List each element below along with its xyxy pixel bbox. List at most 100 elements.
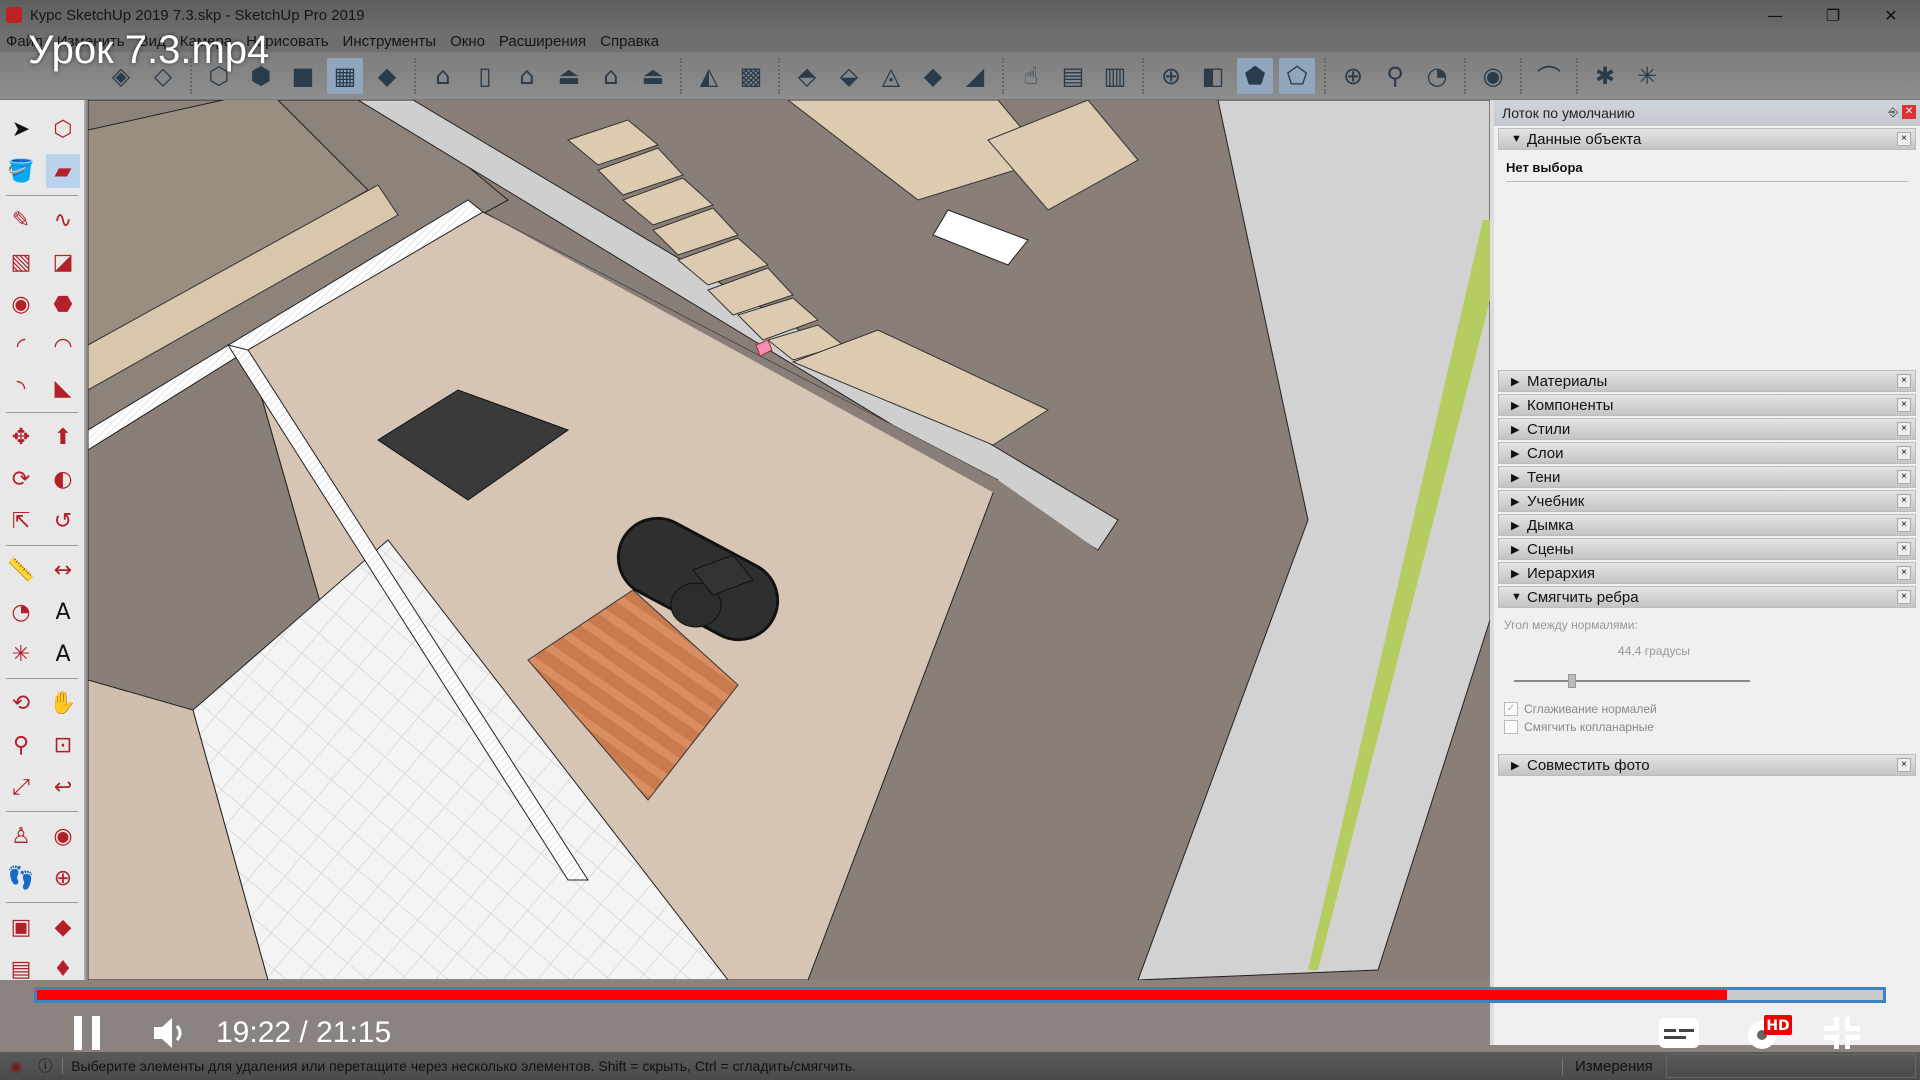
location-button[interactable]: ◔ xyxy=(1419,58,1455,94)
angle-slider-thumb[interactable] xyxy=(1568,674,1577,688)
panel-close-icon[interactable]: × xyxy=(1897,590,1911,604)
exit-fullscreen-button[interactable] xyxy=(1822,1015,1862,1051)
stamp-button[interactable]: ⬙ xyxy=(831,58,867,94)
paint-bucket-tool[interactable]: 🪣 xyxy=(4,154,38,188)
panel-entity-info[interactable]: ▼ Данные объекта × xyxy=(1498,128,1916,150)
menu-tools[interactable]: Инструменты xyxy=(343,33,437,50)
3pt-arc-tool[interactable]: ◝ xyxy=(4,371,38,405)
panel-5[interactable]: ▶ Учебник × xyxy=(1498,490,1916,512)
iso-view-button[interactable]: ⌂ xyxy=(425,58,461,94)
arc-tool[interactable]: ◜ xyxy=(4,329,38,363)
position-camera-tool[interactable]: ♙ xyxy=(4,819,38,853)
settings-button[interactable]: HD xyxy=(1744,1013,1794,1053)
panel-close-icon[interactable]: × xyxy=(1897,566,1911,580)
position-camera-button[interactable]: ⊕ xyxy=(1153,58,1189,94)
3d-text-tool[interactable]: A xyxy=(46,637,80,671)
panel-close-icon[interactable]: × xyxy=(1897,374,1911,388)
offset-tool[interactable]: ↺ xyxy=(46,504,80,538)
menu-extensions[interactable]: Расширения xyxy=(499,33,586,50)
left-view-button[interactable]: ⏏ xyxy=(635,58,671,94)
panel-close-icon[interactable]: × xyxy=(1897,542,1911,556)
video-progress-bar[interactable] xyxy=(34,987,1886,1003)
protractor-tool[interactable]: ◔ xyxy=(4,595,38,629)
scale-tool[interactable]: ⇱ xyxy=(4,504,38,538)
freehand-tool[interactable]: ∿ xyxy=(46,203,80,237)
panel-3[interactable]: ▶ Слои × xyxy=(1498,442,1916,464)
rotate-tool[interactable]: ⟳ xyxy=(4,462,38,496)
polygon-tool[interactable]: ⬣ xyxy=(46,287,80,321)
menu-help[interactable]: Справка xyxy=(600,33,659,50)
line-tool[interactable]: ✎ xyxy=(4,203,38,237)
back-view-button[interactable]: ⌂ xyxy=(593,58,629,94)
axes-tool[interactable]: ✳ xyxy=(4,637,38,671)
panel-close-icon[interactable]: × xyxy=(1897,446,1911,460)
select-tool[interactable]: ➤ xyxy=(4,112,38,146)
orbit-tool[interactable]: ⟲ xyxy=(4,686,38,720)
rotated-rectangle-tool[interactable]: ◪ xyxy=(46,245,80,279)
solar-south-button[interactable]: ✳ xyxy=(1629,58,1665,94)
rectangle-tool[interactable]: ▧ xyxy=(4,245,38,279)
panel-4[interactable]: ▶ Тени × xyxy=(1498,466,1916,488)
close-button[interactable]: ✕ xyxy=(1862,0,1920,30)
shaded-button[interactable]: ■ xyxy=(285,58,321,94)
extension-manager-tool[interactable]: ▤ xyxy=(4,952,38,986)
look-around-tool[interactable]: ◉ xyxy=(46,819,80,853)
ruby-console-tool[interactable]: ◆ xyxy=(46,910,80,944)
monochrome-button[interactable]: ◆ xyxy=(369,58,405,94)
north-arrow-button[interactable]: ⊕ xyxy=(1335,58,1371,94)
circle-tool[interactable]: ◉ xyxy=(4,287,38,321)
tape-measure-tool[interactable]: 📏 xyxy=(4,553,38,587)
panel-6[interactable]: ▶ Дымка × xyxy=(1498,514,1916,536)
panel-8[interactable]: ▶ Иерархия × xyxy=(1498,562,1916,584)
tray-close-button[interactable]: ✕ xyxy=(1902,105,1916,119)
panel-match-photo[interactable]: ▶ Совместить фото × xyxy=(1498,754,1916,776)
solar-north-button[interactable]: ✱ xyxy=(1587,58,1623,94)
menu-window[interactable]: Окно xyxy=(450,33,485,50)
panel-1[interactable]: ▶ Компоненты × xyxy=(1498,394,1916,416)
2pt-arc-tool[interactable]: ◠ xyxy=(46,329,80,363)
move-tool[interactable]: ✥ xyxy=(4,420,38,454)
section-display-button[interactable]: ⬟ xyxy=(1237,57,1273,94)
section-cut-button[interactable]: ⬠ xyxy=(1279,57,1315,94)
interact-button[interactable]: ☝ xyxy=(1013,58,1049,94)
zoom-window-tool[interactable]: ⊡ xyxy=(46,728,80,762)
pie-tool[interactable]: ◣ xyxy=(46,371,80,405)
panel-close-icon[interactable]: × xyxy=(1897,398,1911,412)
smoove-button[interactable]: ⬘ xyxy=(789,58,825,94)
text-tool[interactable]: A xyxy=(46,595,80,629)
dynamic-components-attributes-button[interactable]: ▥ xyxy=(1097,58,1133,94)
panel-close-icon[interactable]: × xyxy=(1897,470,1911,484)
previous-view-tool[interactable]: ↩ xyxy=(46,770,80,804)
smooth-normals-checkbox[interactable]: ✓ Сглаживание нормалей xyxy=(1504,702,1910,716)
panel-soften-edges[interactable]: ▼ Смягчить ребра × xyxy=(1498,586,1916,608)
walk-tool[interactable]: 👣 xyxy=(4,861,38,895)
sandbox-from-scratch-button[interactable]: ▩ xyxy=(733,58,769,94)
ruby-tool[interactable]: ♦ xyxy=(46,952,80,986)
panel-close-icon[interactable]: × xyxy=(1897,422,1911,436)
volume-button[interactable] xyxy=(152,1016,186,1050)
shaded-textures-button[interactable]: ▦ xyxy=(327,57,363,94)
top-view-button[interactable]: ▯ xyxy=(467,58,503,94)
drape-button[interactable]: ◬ xyxy=(873,58,909,94)
soften-coplanar-checkbox[interactable]: Смягчить копланарные xyxy=(1504,720,1910,734)
restore-button[interactable]: ❐ xyxy=(1804,0,1862,30)
sandbox-from-contours-button[interactable]: ◭ xyxy=(691,58,727,94)
panel-close-icon[interactable]: × xyxy=(1897,494,1911,508)
panel-2[interactable]: ▶ Стили × xyxy=(1498,418,1916,440)
model-viewport[interactable] xyxy=(88,100,1490,980)
minimize-button[interactable]: — xyxy=(1746,0,1804,30)
subtitles-button[interactable] xyxy=(1658,1017,1700,1049)
zoom-extents-tool[interactable]: ⤢ xyxy=(4,770,38,804)
section-plane-tool[interactable]: ⊕ xyxy=(46,861,80,895)
add-detail-button[interactable]: ◆ xyxy=(915,58,951,94)
pin-icon[interactable]: ⎆ xyxy=(1888,105,1898,120)
panel-close-icon[interactable]: × xyxy=(1897,758,1911,772)
panel-7[interactable]: ▶ Сцены × xyxy=(1498,538,1916,560)
panel-0[interactable]: ▶ Материалы × xyxy=(1498,370,1916,392)
pause-button[interactable] xyxy=(72,1014,102,1052)
set-north-button[interactable]: ⚲ xyxy=(1377,58,1413,94)
push-pull-tool[interactable]: ⬆ xyxy=(46,420,80,454)
right-view-button[interactable]: ⏏ xyxy=(551,58,587,94)
follow-me-tool[interactable]: ◐ xyxy=(46,462,80,496)
extension-warehouse-tool[interactable]: ▣ xyxy=(4,910,38,944)
